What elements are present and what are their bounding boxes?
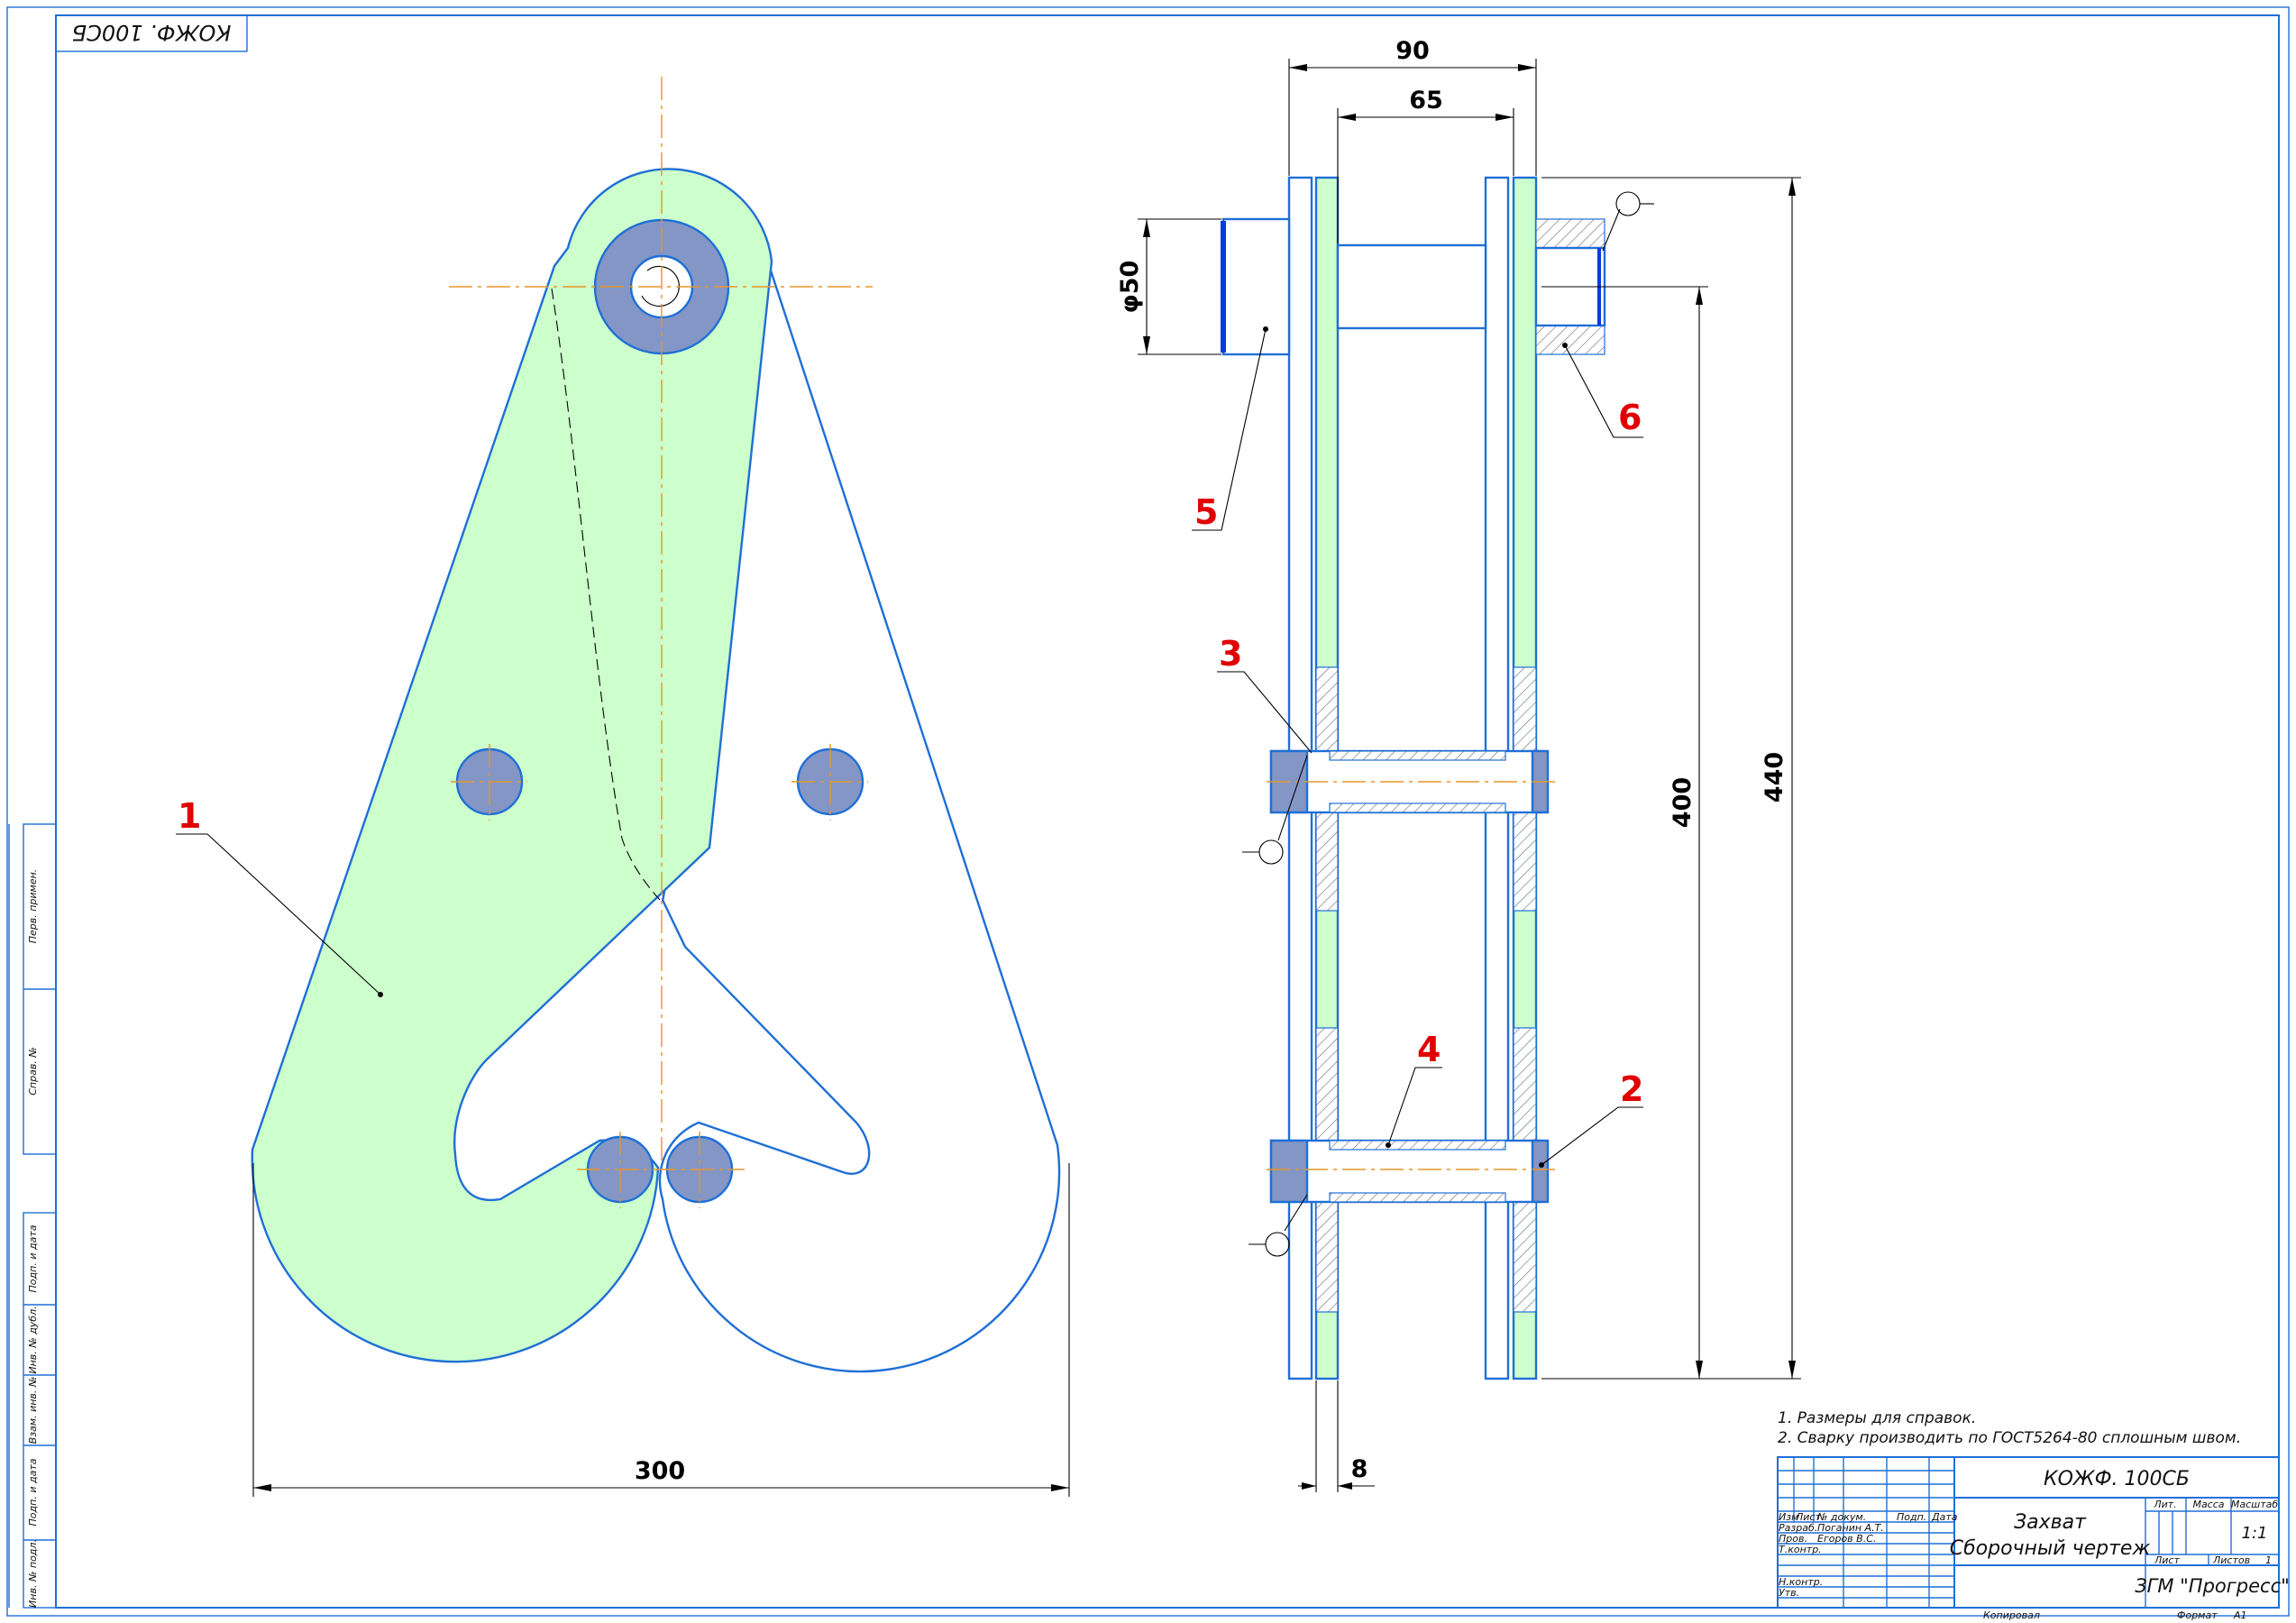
drawing-sheet: КОЖФ. 100СБ Перв. примен. Справ. № Подп.…	[6, 6, 2290, 1621]
pos-3: 3	[1219, 634, 1242, 674]
dim-phi50: φ50	[1116, 261, 1144, 314]
side-view: 90 65 φ50 400 440 8 5 6 3 4 2	[1116, 37, 1801, 1492]
tb-company: ЗГМ "Прогресс"	[2135, 1575, 2290, 1597]
top-stamp: КОЖФ. 100СБ	[55, 14, 248, 52]
note-2: 2. Сварку производить по ГОСТ5264-80 спл…	[1778, 1429, 2241, 1447]
pos-6: 6	[1618, 398, 1642, 437]
side-strip: Перв. примен. Справ. № Подп. и дата Инв.…	[8, 823, 57, 1609]
tb-sheets: Листов	[2212, 1554, 2250, 1566]
nut-bottom-section	[1535, 325, 1605, 355]
side-label-2: Справ. №	[27, 1047, 39, 1096]
note-1: 1. Размеры для справок.	[1778, 1409, 1976, 1427]
tb-lit: Лит.	[2153, 1499, 2176, 1510]
tb-row-utv: Утв.	[1779, 1587, 1799, 1599]
tb-name-1: Захват	[2014, 1511, 2087, 1534]
side-label-7: Инв. № подл.	[27, 1539, 39, 1608]
dim-65: 65	[1409, 87, 1443, 115]
tb-designation: КОЖФ. 100СБ	[2044, 1468, 2190, 1490]
outer-border	[6, 6, 2290, 1617]
tb-scale: 1:1	[2242, 1524, 2268, 1543]
tb-sheets-count: 1	[2265, 1554, 2272, 1566]
side-label-1: Перв. примен.	[27, 869, 39, 944]
dim-440: 440	[1761, 752, 1788, 802]
tb-h-date: Дата	[1931, 1511, 1958, 1523]
tb-checker: Егоров В.С.	[1817, 1533, 1876, 1545]
pos-2: 2	[1620, 1069, 1643, 1109]
dim-400: 400	[1669, 777, 1697, 828]
svg-text:КОЖФ. 100СБ: КОЖФ. 100СБ	[72, 20, 232, 45]
tb-mass: Масса	[2192, 1499, 2224, 1510]
front-view: 300 1	[176, 77, 1070, 1497]
title-block: КОЖФ. 100СБ Захват Сборочный чертеж Лит.…	[1777, 1456, 2290, 1621]
dim-width-300: 300	[635, 1457, 685, 1485]
tb-format: Формат	[2177, 1609, 2218, 1621]
dim-8: 8	[1351, 1455, 1368, 1483]
pos-4: 4	[1417, 1030, 1441, 1069]
side-label-6: Подп. и дата	[27, 1458, 39, 1526]
tb-h-sign: Подп.	[1897, 1511, 1926, 1523]
tb-sheet: Лист	[2154, 1554, 2180, 1566]
pos-5: 5	[1194, 492, 1218, 532]
side-label-5: Взам. инв. №	[27, 1377, 39, 1444]
tb-copied: Копировал	[1983, 1609, 2040, 1621]
tb-name-2: Сборочный чертеж	[1950, 1537, 2151, 1560]
pin-top-shaft	[1336, 243, 1487, 330]
side-label-4: Инв. № дубл.	[27, 1306, 39, 1373]
nut-top-section	[1535, 218, 1605, 249]
tb-format-value: А1	[2233, 1609, 2247, 1621]
pos-1: 1	[178, 796, 201, 836]
pin-top-head	[1221, 217, 1291, 356]
tb-scale-label: Масштаб	[2231, 1499, 2278, 1510]
side-label-3: Подп. и дата	[27, 1224, 39, 1292]
dim-90: 90	[1395, 37, 1430, 65]
tb-row-tkontr: Т.контр.	[1779, 1544, 1822, 1555]
weld-symbol-top	[1602, 191, 1654, 252]
